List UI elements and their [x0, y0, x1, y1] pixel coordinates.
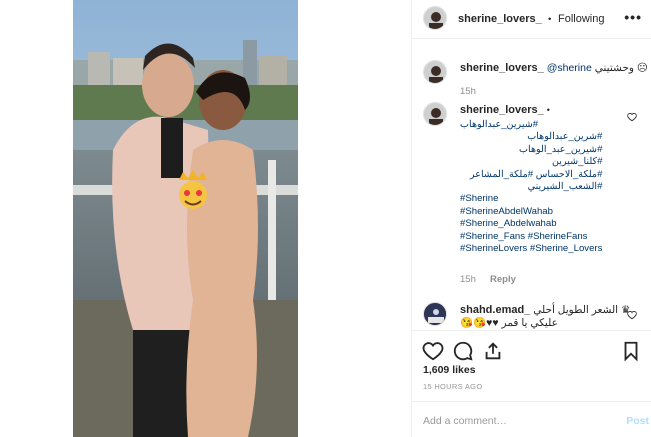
reply-button[interactable]: Reply: [490, 274, 516, 285]
like-comment-heart-icon[interactable]: [627, 112, 637, 122]
add-comment-bar: Add a comment… Post: [412, 401, 651, 437]
author-username[interactable]: sherine_lovers_: [458, 13, 542, 25]
follow-status[interactable]: Following: [558, 13, 604, 25]
hashtag[interactable]: #Sherine_Abdelwahab: [460, 218, 602, 230]
post-photo-image: [73, 0, 298, 437]
add-comment-input[interactable]: Add a comment…: [423, 415, 507, 427]
comment-text-line2: عليكي يا قمر ♥♥😘😘: [460, 317, 558, 329]
hashtag[interactable]: #شرين_عبدالوهاب: [460, 131, 602, 143]
comment-username[interactable]: sherine_lovers_: [460, 62, 544, 74]
post-photo[interactable]: [73, 0, 298, 437]
save-bookmark-icon[interactable]: [620, 340, 642, 362]
hashtag[interactable]: #شيرين_عبدالوهاب: [460, 119, 602, 131]
commenter-avatar[interactable]: [423, 302, 447, 326]
like-heart-icon[interactable]: [422, 340, 444, 362]
share-icon[interactable]: [482, 340, 504, 362]
comment-time[interactable]: 15h: [460, 274, 476, 285]
comment-username[interactable]: sherine_lovers_: [460, 104, 544, 116]
commenter-avatar[interactable]: [423, 102, 447, 126]
hashtag[interactable]: #كلنا_شيرين: [460, 156, 602, 168]
hashtag-list: #شيرين_عبدالوهاب #شرين_عبدالوهاب #شيرين_…: [460, 119, 602, 255]
hashtag[interactable]: #SherineLovers #Sherine_Lovers: [460, 243, 602, 255]
comment-dot: •: [546, 105, 550, 115]
hashtag[interactable]: #Sherine: [460, 193, 602, 205]
sad-face-emoji: ☹: [636, 62, 648, 74]
hashtag[interactable]: #الشعب_الشيريني: [460, 181, 603, 193]
likes-count[interactable]: 1,609 likes: [423, 364, 476, 376]
comment-bubble-icon[interactable]: [452, 340, 474, 362]
post-comment-button[interactable]: Post: [626, 415, 649, 427]
post-header: sherine_lovers_ • Following •••: [412, 0, 651, 39]
hashtag[interactable]: #ملكة_الاحساس #ملكة_المشاعر: [460, 169, 602, 181]
photo-panel: [0, 0, 411, 437]
comment-time[interactable]: 15h: [460, 86, 476, 97]
hashtag[interactable]: #Sherine_Fans #SherineFans: [460, 231, 602, 243]
header-separator: •: [548, 14, 552, 25]
commenter-avatar[interactable]: [423, 60, 447, 84]
comment-username[interactable]: shahd.emad_: [460, 304, 530, 316]
hashtag[interactable]: #SherineAbdelWahab: [460, 206, 602, 218]
post-actions-bar: [412, 330, 651, 362]
more-options-icon[interactable]: •••: [624, 9, 642, 25]
comment-text: الشعر الطويل أحلي ♛: [533, 304, 631, 316]
comments-list: sherine_lovers_ @sherine وحشتيني ☹ 15h s…: [412, 40, 651, 330]
comment-text: وحشتيني: [594, 62, 634, 74]
author-avatar[interactable]: [423, 6, 447, 30]
post-side-panel: sherine_lovers_ • Following ••• sherine_…: [411, 0, 651, 437]
comment-mention[interactable]: @sherine: [547, 62, 592, 74]
post-timestamp[interactable]: 15 HOURS AGO: [423, 382, 482, 391]
hashtag[interactable]: #شيرين_عبد_الوهاب: [460, 144, 602, 156]
like-comment-heart-icon[interactable]: [627, 310, 637, 320]
